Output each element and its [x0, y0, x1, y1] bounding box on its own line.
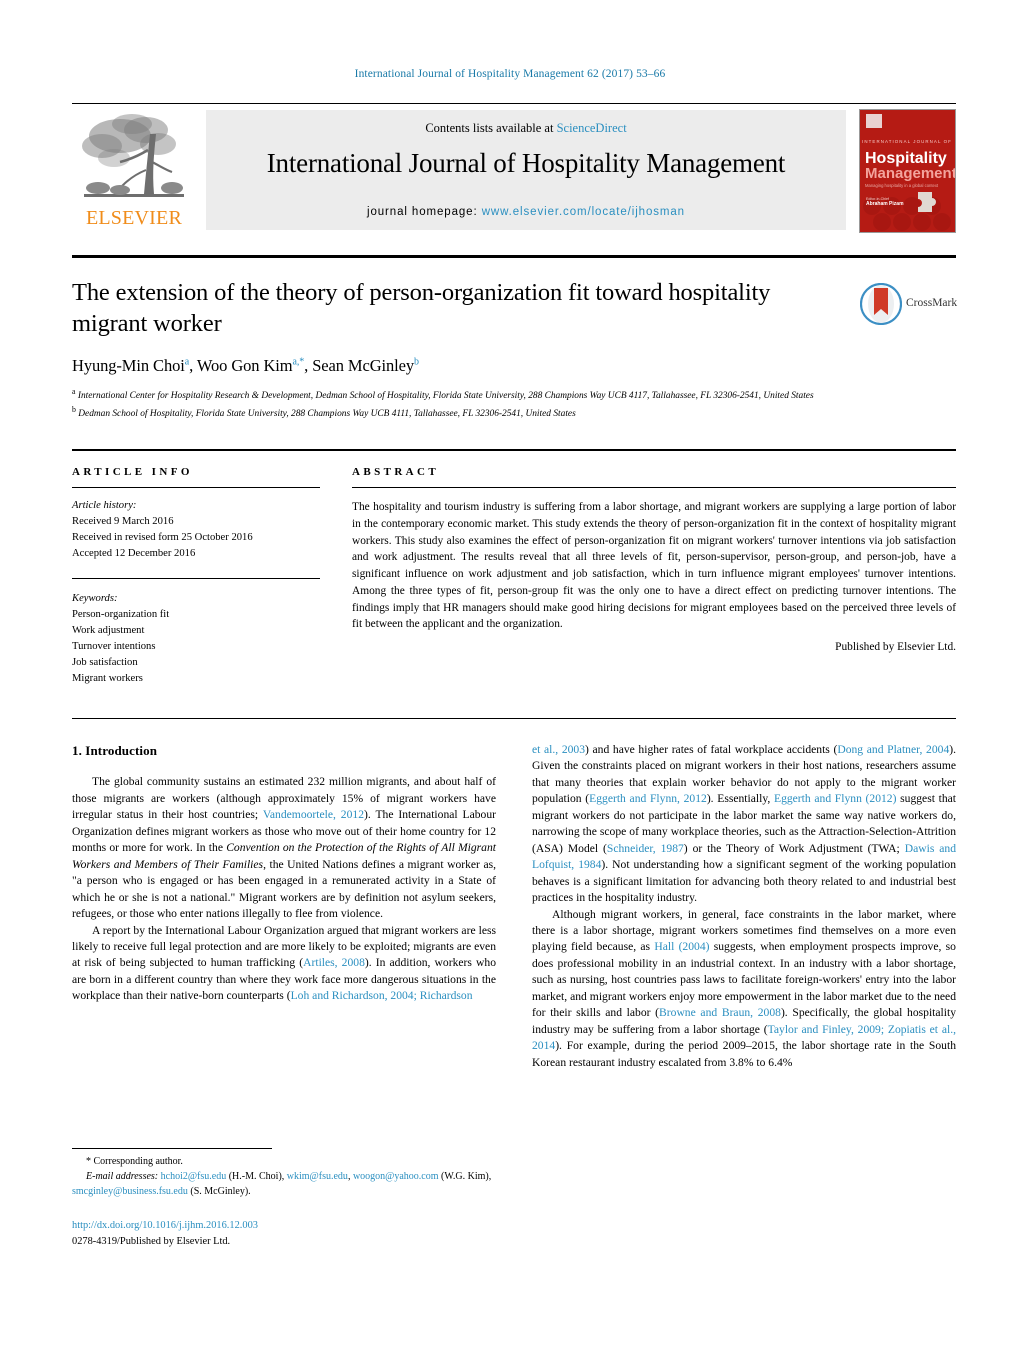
journal-cover-thumbnail: INTERNATIONAL JOURNAL OF Hospitality Man… — [859, 109, 956, 233]
email-link[interactable]: woogon@yahoo.com — [353, 1171, 439, 1182]
article-history: Article history: Received 9 March 2016 R… — [72, 498, 320, 562]
crossmark-label: CrossMark — [906, 297, 958, 309]
keyword-item: Job satisfaction — [72, 656, 138, 668]
rc-part-c: ). Essentially, — [706, 792, 774, 806]
elsevier-wordmark: ELSEVIER — [85, 207, 183, 229]
issn-copyright-line: 0278-4319/Published by Elsevier Ltd. — [72, 1235, 231, 1247]
journal-title-band: Contents lists available at ScienceDirec… — [206, 110, 846, 230]
email-label: E-mail addresses: — [86, 1171, 159, 1182]
author-list: Hyung-Min Choia, Woo Gon Kima,*, Sean Mc… — [72, 355, 419, 375]
author-3-affil-marker: b — [414, 356, 419, 368]
body-column-left: 1. Introduction The global community sus… — [72, 742, 496, 1005]
abstract-heading: ABSTRACT — [352, 466, 440, 478]
title-block: The extension of the theory of person-or… — [72, 278, 842, 376]
title-top-rule — [72, 255, 956, 258]
abstract-block: ABSTRACT The hospitality and tourism ind… — [352, 466, 956, 653]
abstract-underline — [352, 487, 956, 488]
doi-block: http://dx.doi.org/10.1016/j.ijhm.2016.12… — [72, 1218, 496, 1249]
author-1-affil-marker: a — [184, 356, 190, 368]
crossmark-icon — [859, 282, 903, 326]
article-info-heading: ARTICLE INFO — [72, 466, 193, 478]
citation-link[interactable]: Artiles, 2008 — [303, 956, 365, 969]
rp2-part-d: ). For example, during the period 2009–2… — [532, 1039, 956, 1069]
email-owner: (H.-M. Choi), — [226, 1171, 287, 1182]
body-column-right: et al., 2003) and have higher rates of f… — [532, 742, 956, 1071]
rc-part-a: ) and have higher rates of fatal workpla… — [585, 743, 838, 756]
journal-masthead: ELSEVIER Contents lists available at Sci… — [72, 103, 956, 234]
article-history-label: Article history: — [72, 500, 137, 511]
author-1: Hyung-Min Choi — [72, 355, 185, 375]
affiliation-b: b Dedman School of Hospitality, Florida … — [72, 404, 956, 422]
abstract-publisher-line: Published by Elsevier Ltd. — [835, 641, 956, 654]
running-head: International Journal of Hospitality Man… — [354, 68, 666, 80]
email-addresses-note: E-mail addresses: hchoi2@fsu.edu (H.-M. … — [72, 1169, 496, 1199]
corresponding-author-note: * Corresponding author. — [86, 1156, 183, 1167]
affil-a-marker: a — [72, 387, 76, 396]
svg-text:INTERNATIONAL JOURNAL OF: INTERNATIONAL JOURNAL OF — [862, 139, 952, 144]
homepage-prefix: journal homepage: — [367, 206, 482, 218]
history-received: Received 9 March 2016 — [72, 515, 174, 527]
affil-b-marker: b — [72, 404, 76, 414]
cover-artwork: INTERNATIONAL JOURNAL OF Hospitality Man… — [860, 110, 955, 232]
intro-paragraph-3: Although migrant workers, in general, fa… — [532, 907, 956, 1072]
info-top-rule — [72, 449, 956, 451]
citation-link[interactable]: Eggerth and Flynn (2012) — [774, 792, 896, 805]
keyword-item: Work adjustment — [72, 624, 145, 636]
citation-link[interactable]: et al., 2003 — [532, 743, 585, 756]
journal-name: International Journal of Hospitality Man… — [266, 148, 786, 178]
contents-prefix: Contents lists available at — [425, 121, 557, 135]
keyword-item: Turnover intentions — [72, 640, 156, 652]
journal-homepage-line: journal homepage: www.elsevier.com/locat… — [206, 206, 846, 218]
affil-a-text: International Center for Hospitality Res… — [77, 391, 814, 402]
citation-link[interactable]: Dong and Platner, 2004 — [837, 743, 949, 756]
intro-paragraph-2: A report by the International Labour Org… — [72, 923, 496, 1005]
keywords-label: Keywords: — [72, 592, 118, 604]
citation-link[interactable]: Schneider, 1987 — [607, 842, 684, 855]
svg-text:Management: Management — [865, 165, 955, 182]
footnote-block: * Corresponding author. E-mail addresses… — [72, 1154, 496, 1199]
keyword-item: Person-organization fit — [72, 608, 170, 620]
keyword-item: Migrant workers — [72, 673, 143, 685]
abstract-text: The hospitality and tourism industry is … — [352, 501, 956, 631]
author-2: Woo Gon Kim — [196, 355, 293, 375]
citation-link[interactable]: Loh and Richardson, 2004; Richardson — [291, 989, 473, 1002]
author-3: Sean McGinley — [312, 355, 415, 375]
elsevier-logo: ELSEVIER — [72, 110, 196, 232]
article-info-underline — [72, 487, 320, 488]
history-accepted: Accepted 12 December 2016 — [72, 547, 196, 559]
citation-link[interactable]: Vandemoortele, 2012 — [263, 808, 364, 821]
citation-link[interactable]: Hall (2004) — [654, 940, 709, 953]
body-top-rule — [72, 718, 956, 719]
svg-text:Abraham Pizam: Abraham Pizam — [866, 201, 904, 207]
intro-paragraph-2-continued: et al., 2003) and have higher rates of f… — [532, 742, 956, 907]
email-owner: (S. McGinley). — [187, 1186, 251, 1197]
affiliation-a: a International Center for Hospitality R… — [72, 386, 956, 404]
sciencedirect-link[interactable]: ScienceDirect — [557, 121, 627, 135]
page-title: The extension of the theory of person-or… — [72, 279, 771, 337]
affiliations: a International Center for Hospitality R… — [72, 386, 956, 421]
rc-part-e: ) or the Theory of Work Adjustment (TWA; — [683, 841, 905, 855]
svg-text:Managing hospitality in a glob: Managing hospitality in a global context — [865, 183, 939, 188]
article-info-block: ARTICLE INFO Article history: Received 9… — [72, 466, 320, 687]
citation-link[interactable]: Eggerth and Flynn, 2012 — [589, 792, 707, 805]
email-link[interactable]: smcginley@business.fsu.edu — [72, 1186, 188, 1197]
section-heading-introduction: 1. Introduction — [72, 743, 158, 758]
affil-b-text: Dedman School of Hospitality, Florida St… — [78, 408, 576, 419]
email-link[interactable]: wkim@fsu.edu — [287, 1171, 348, 1182]
keywords-block: Keywords: Person-organization fit Work a… — [72, 577, 320, 688]
elsevier-tree-icon — [82, 114, 184, 197]
citation-link[interactable]: Browne and Braun, 2008 — [659, 1006, 781, 1019]
journal-homepage-link[interactable]: www.elsevier.com/locate/ijhosman — [482, 206, 685, 218]
intro-paragraph-1: The global community sustains an estimat… — [72, 774, 496, 922]
author-2-affil-marker: a,* — [292, 356, 305, 368]
journal-article-page: International Journal of Hospitality Man… — [0, 0, 1020, 1351]
email-owner: (W.G. Kim), — [438, 1171, 492, 1182]
crossmark-badge[interactable]: CrossMark — [859, 282, 960, 329]
history-revised: Received in revised form 25 October 2016 — [72, 531, 253, 543]
doi-link[interactable]: http://dx.doi.org/10.1016/j.ijhm.2016.12… — [72, 1218, 496, 1234]
contents-available-line: Contents lists available at ScienceDirec… — [206, 121, 846, 136]
email-link[interactable]: hchoi2@fsu.edu — [161, 1171, 227, 1182]
footnote-rule — [72, 1148, 272, 1149]
